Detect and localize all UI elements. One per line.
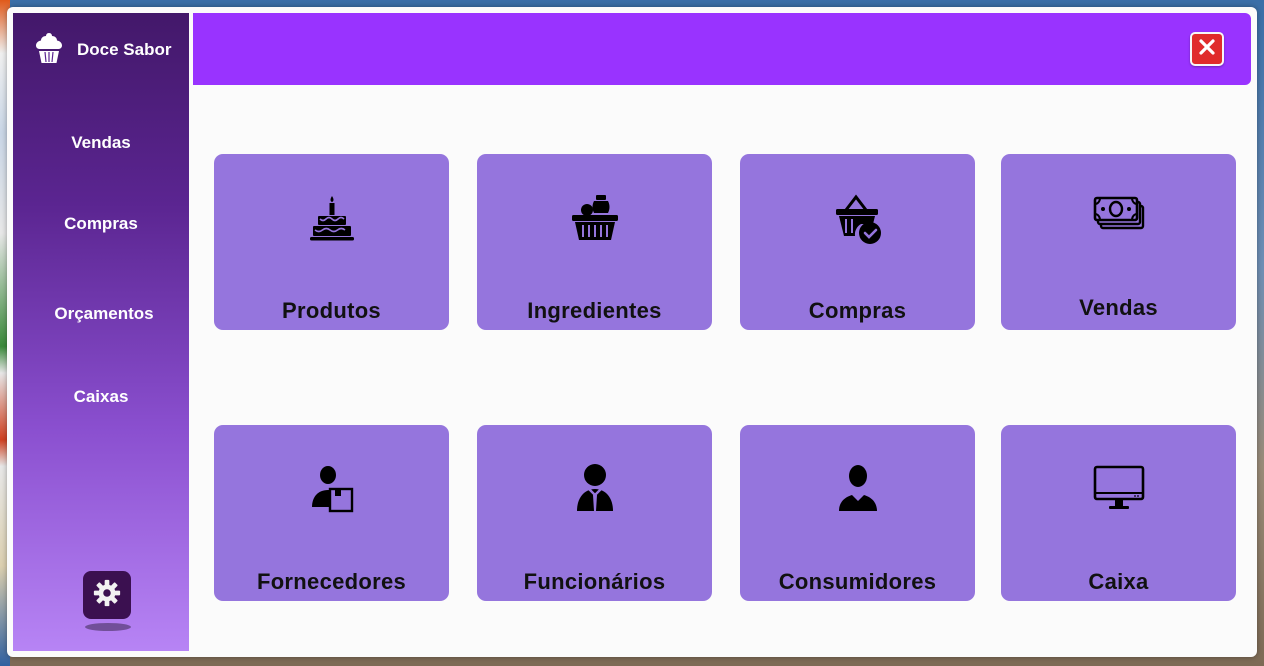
sidebar-item-caixas[interactable]: Caixas [13,387,189,407]
tile-label: Produtos [282,298,381,323]
tile-label: Consumidores [778,569,937,594]
tile-funcionarios[interactable]: Funcionários [477,425,712,601]
tile-compras[interactable]: Compras [740,154,975,330]
supplier-icon [214,461,449,517]
tile-caixa[interactable]: Caixa [1001,425,1236,601]
tile-label: Compras [808,298,907,323]
cupcake-icon [31,30,67,71]
customer-icon [740,461,975,517]
tile-label: Vendas [1079,295,1158,320]
tile-ingredientes[interactable]: Ingredientes [477,154,712,330]
basket-check-icon [740,190,975,246]
tile-label: Fornecedores [256,569,407,594]
money-stack-icon [1001,190,1236,246]
tile-label: Funcionários [523,569,666,594]
tile-label: Caixa [1088,569,1149,594]
tile-fornecedores[interactable]: Fornecedores [214,425,449,601]
brand-name: Doce Sabor [77,40,172,59]
settings-button[interactable] [83,571,131,619]
close-button[interactable] [1190,32,1224,66]
sidebar-item-compras[interactable]: Compras [13,214,189,234]
header-bar [193,13,1251,85]
employee-icon [477,461,712,517]
gear-icon [92,578,122,613]
sidebar: Doce Sabor Vendas Compras Orçamentos Cai… [13,13,189,651]
sidebar-item-orcamentos[interactable]: Orçamentos [16,304,192,324]
tile-consumidores[interactable]: Consumidores [740,425,975,601]
tile-label: Ingredientes [527,298,662,323]
tile-vendas[interactable]: Vendas [1001,154,1236,330]
monitor-icon [1001,461,1236,517]
sidebar-item-vendas[interactable]: Vendas [13,133,189,153]
cake-icon [214,190,449,246]
grocery-basket-icon [477,190,712,246]
app-window: Doce Sabor Vendas Compras Orçamentos Cai… [7,7,1257,657]
tile-produtos[interactable]: Produtos [214,154,449,330]
brand: Doce Sabor [31,31,171,69]
settings-shadow [85,623,131,631]
close-icon [1197,37,1217,62]
